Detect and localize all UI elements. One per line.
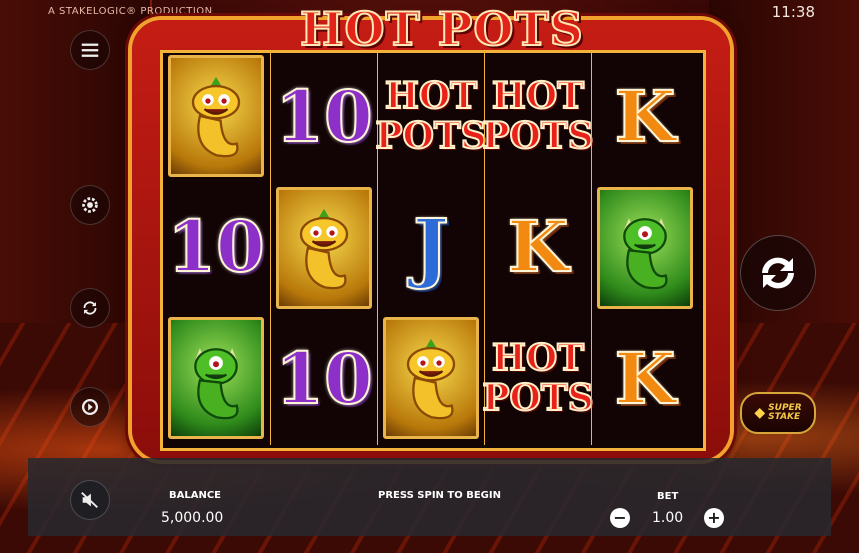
bet-decrease-button[interactable]: − bbox=[610, 508, 630, 528]
menu-button[interactable] bbox=[70, 30, 110, 70]
ten-symbol-text: 10 bbox=[274, 336, 373, 421]
super-stake-button[interactable]: ◆ SUPER STAKE bbox=[740, 392, 816, 434]
reel-2: 10 10 bbox=[270, 50, 378, 445]
symbol-ten: 10 bbox=[274, 316, 374, 440]
balance-value: 5,000.00 bbox=[161, 510, 224, 526]
speaker-muted-icon bbox=[81, 491, 98, 509]
bet-label: BET bbox=[657, 491, 679, 502]
spin-icon bbox=[762, 257, 794, 289]
hotpots-line1: HOT bbox=[491, 337, 585, 379]
status-message: PRESS SPIN TO BEGIN bbox=[378, 490, 501, 501]
symbol-j: J bbox=[381, 184, 481, 308]
symbol-k: K bbox=[595, 316, 695, 440]
reel-4: HOT POTS K HOT POTS bbox=[481, 50, 595, 445]
yellow-devil-icon bbox=[276, 187, 372, 309]
symbol-ten: 10 bbox=[274, 54, 374, 178]
bet-value: 1.00 bbox=[652, 510, 684, 526]
k-symbol-text: K bbox=[614, 74, 677, 159]
hotpots-symbol-text: HOT POTS bbox=[481, 337, 594, 419]
super-stake-label: SUPER STAKE bbox=[768, 404, 801, 422]
settings-button[interactable] bbox=[70, 185, 110, 225]
symbol-hotpots: HOT POTS bbox=[374, 54, 487, 178]
green-devil-icon bbox=[168, 317, 264, 439]
autoplay-icon bbox=[83, 301, 97, 315]
hotpots-line2: POTS bbox=[481, 115, 594, 157]
symbol-k: K bbox=[488, 184, 588, 308]
producer-credit: A STAKELOGIC® PRODUCTION bbox=[48, 6, 213, 17]
hotpots-symbol-text: HOT POTS bbox=[481, 75, 594, 157]
symbol-hotpots: HOT POTS bbox=[481, 54, 594, 178]
symbol-k: K bbox=[595, 54, 695, 178]
j-symbol-text: J bbox=[412, 201, 450, 292]
bet-increase-button[interactable]: + bbox=[704, 508, 724, 528]
hotpots-symbol-text: HOT POTS bbox=[374, 75, 487, 157]
hotpots-line1: HOT bbox=[491, 75, 585, 117]
game-title: HOT POTS bbox=[299, 1, 584, 57]
yellow-devil-icon bbox=[383, 317, 479, 439]
turbo-icon bbox=[81, 398, 99, 416]
symbol-devil-yellow bbox=[381, 316, 481, 440]
hotpots-line2: POTS bbox=[481, 377, 594, 419]
balance-label: BALANCE bbox=[169, 490, 222, 501]
settings-icon bbox=[82, 197, 98, 213]
yellow-devil-icon bbox=[168, 55, 264, 177]
k-symbol-text: K bbox=[614, 336, 677, 421]
k-symbol-text: K bbox=[507, 204, 570, 289]
sound-toggle-button[interactable] bbox=[70, 480, 110, 520]
symbol-devil-green bbox=[595, 186, 695, 310]
ten-symbol-text: 10 bbox=[166, 204, 265, 289]
symbol-devil-yellow bbox=[166, 54, 266, 178]
clock: 11:38 bbox=[771, 3, 815, 21]
autoplay-button[interactable] bbox=[70, 288, 110, 328]
diamond-icon: ◆ bbox=[754, 404, 766, 421]
ten-symbol-text: 10 bbox=[274, 74, 373, 159]
symbol-ten: 10 bbox=[166, 184, 266, 308]
symbol-devil-yellow bbox=[274, 186, 374, 310]
super-stake-line2: STAKE bbox=[768, 412, 801, 422]
spin-button[interactable] bbox=[740, 235, 816, 311]
reel-5: K K bbox=[591, 50, 699, 445]
hotpots-line2: POTS bbox=[374, 115, 487, 157]
hotpots-line1: HOT bbox=[384, 75, 478, 117]
turbo-button[interactable] bbox=[70, 387, 110, 427]
menu-icon bbox=[81, 43, 99, 57]
reel-3: HOT POTS J bbox=[374, 50, 488, 445]
symbol-hotpots: HOT POTS bbox=[481, 316, 594, 440]
green-devil-icon bbox=[597, 187, 693, 309]
symbol-devil-green bbox=[166, 316, 266, 440]
bottom-bar: BALANCE 5,000.00 PRESS SPIN TO BEGIN BET… bbox=[28, 458, 831, 536]
reel-1: 10 bbox=[163, 50, 270, 445]
